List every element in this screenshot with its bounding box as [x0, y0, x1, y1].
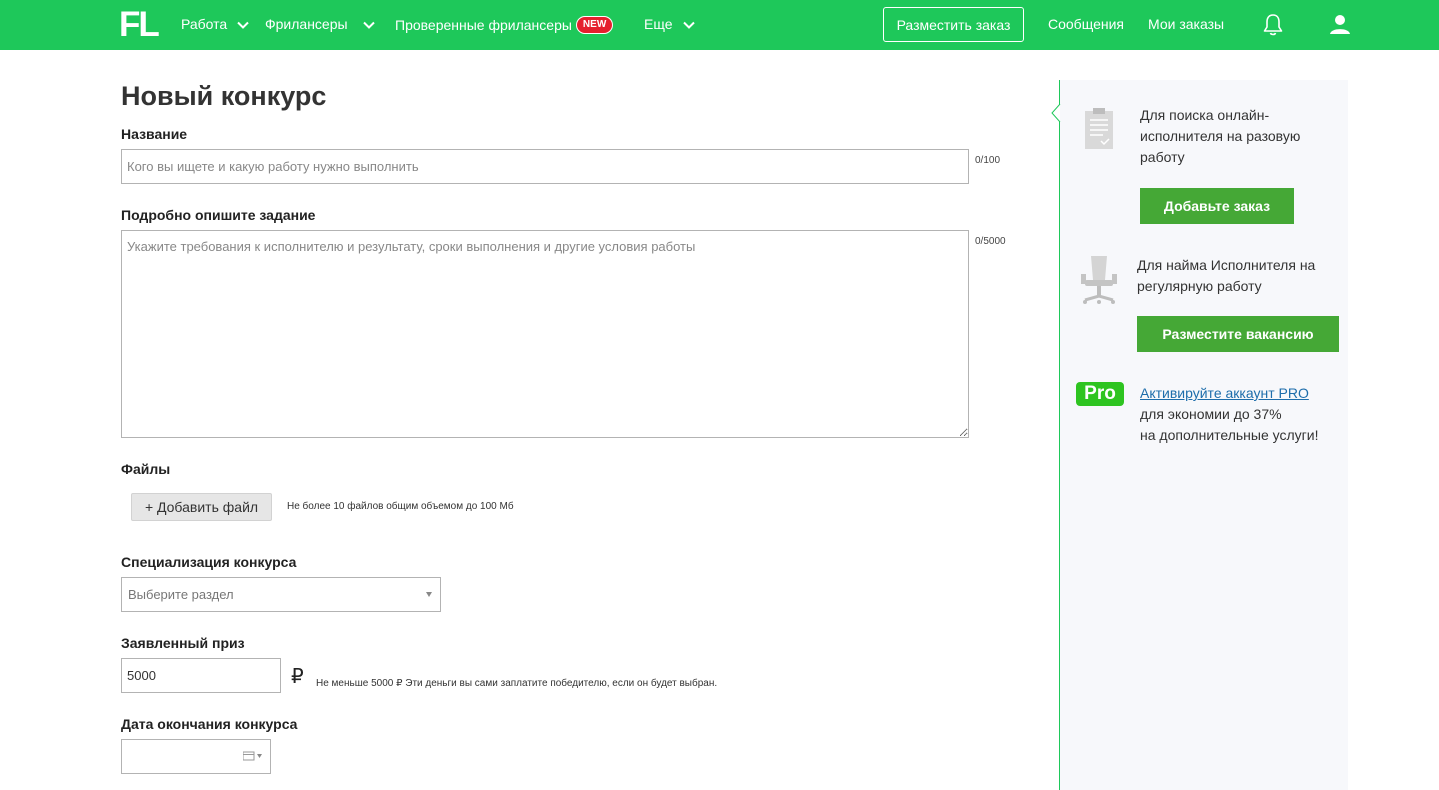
activate-pro-link[interactable]: Активируйте аккаунт PRO [1140, 383, 1340, 404]
description-label: Подробно опишите задание [121, 207, 316, 223]
prize-input[interactable] [121, 658, 281, 693]
new-badge: NEW [575, 16, 614, 34]
pro-promo: Активируйте аккаунт PRO для экономии до … [1140, 383, 1340, 446]
chevron-down-icon [682, 18, 696, 32]
nav-item-label: Еще [644, 16, 673, 32]
page-title: Новый конкурс [121, 81, 327, 111]
add-order-button[interactable]: Добавьте заказ [1140, 188, 1294, 224]
messages-link[interactable]: Сообщения [1048, 16, 1124, 33]
pro-promo-line1: для экономии до 37% [1140, 406, 1282, 422]
top-navbar: FL Работа Фрилансеры Проверенные фриланс… [0, 0, 1439, 50]
ruble-sign: ₽ [291, 666, 304, 688]
bell-icon[interactable] [1262, 13, 1284, 42]
specialization-label: Специализация конкурса [121, 554, 297, 570]
specialization-select[interactable]: Выберите раздел [121, 577, 441, 612]
name-label: Название [121, 126, 188, 142]
dropdown-arrow-icon [426, 592, 432, 597]
prize-label: Заявленный приз [121, 635, 245, 651]
calendar-icon[interactable] [242, 748, 263, 766]
select-placeholder: Выберите раздел [128, 587, 234, 602]
post-vacancy-button[interactable]: Разместите вакансию [1137, 316, 1339, 352]
user-icon[interactable] [1329, 13, 1351, 40]
pro-promo-line2: на дополнительные услуги! [1140, 427, 1319, 443]
sidebar-pointer [1051, 103, 1061, 127]
nav-item-label: Фрилансеры [265, 16, 348, 32]
chevron-down-icon [362, 18, 376, 32]
order-promo-text: Для поиска онлайн-исполнителя на разовую… [1140, 107, 1301, 165]
fl-logo[interactable]: FL [119, 7, 160, 42]
nav-item-work[interactable]: Работа [181, 16, 250, 33]
clipboard-icon [1083, 106, 1115, 155]
files-hint: Не более 10 файлов общим объемом до 100 … [287, 501, 514, 512]
nav-item-freelancers[interactable]: Фрилансеры [265, 16, 376, 33]
my-orders-link[interactable]: Мои заказы [1148, 16, 1224, 33]
pro-badge: Pro [1076, 382, 1124, 406]
prize-hint: Не меньше 5000 ₽ Эти деньги вы сами запл… [316, 678, 718, 689]
add-file-button[interactable]: + Добавить файл [131, 493, 272, 521]
office-chair-icon [1079, 254, 1119, 313]
nav-item-verified-freelancers[interactable]: Проверенные фрилансеры NEW [395, 16, 614, 34]
chevron-down-icon [236, 18, 250, 32]
nav-item-more[interactable]: Еще [644, 16, 696, 33]
description-textarea[interactable] [121, 230, 969, 438]
end-date-label: Дата окончания конкурса [121, 716, 298, 732]
post-order-button[interactable]: Разместить заказ [883, 7, 1024, 42]
contest-name-input[interactable] [121, 149, 969, 184]
nav-item-label: Работа [181, 16, 228, 32]
vacancy-promo-text: Для найма Исполнителя на регулярную рабо… [1137, 257, 1316, 294]
name-char-counter: 0/100 [975, 155, 1001, 166]
nav-item-label: Проверенные фрилансеры [395, 16, 572, 33]
files-label: Файлы [121, 461, 171, 477]
description-char-counter: 0/5000 [975, 236, 1006, 247]
